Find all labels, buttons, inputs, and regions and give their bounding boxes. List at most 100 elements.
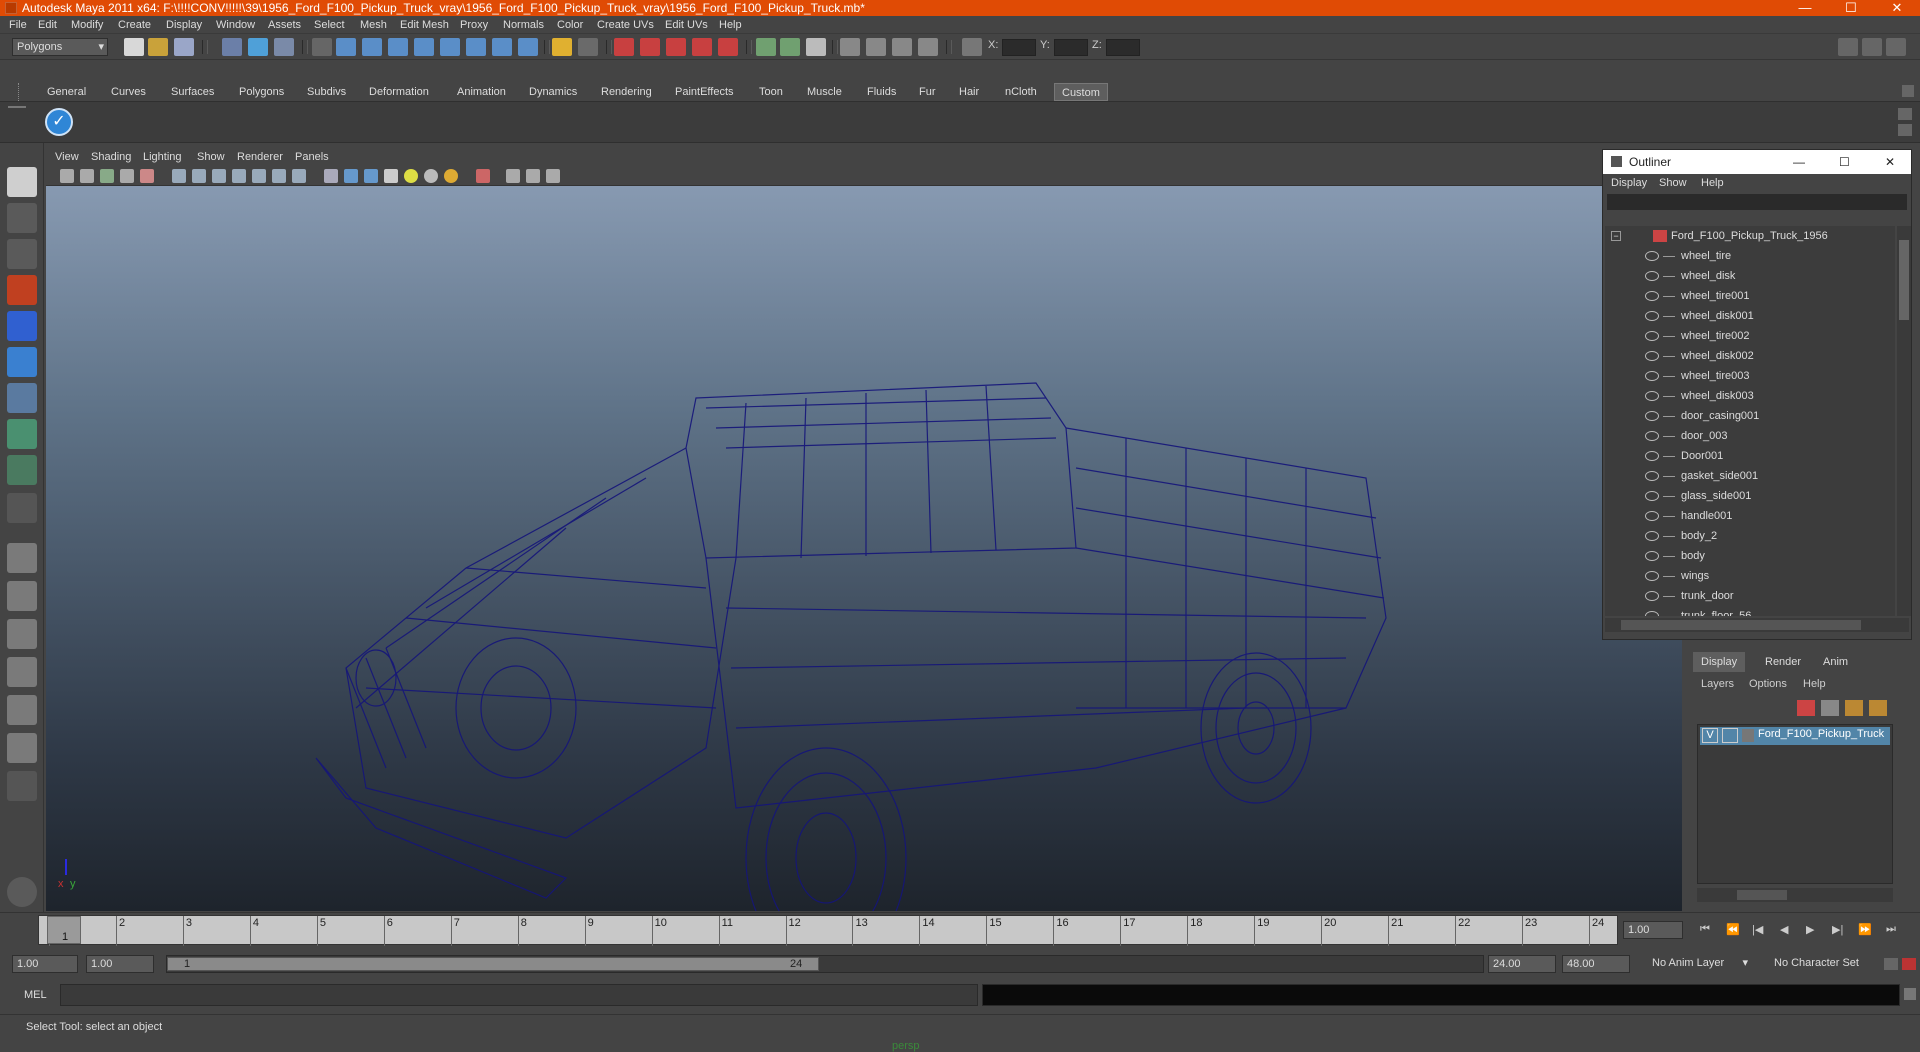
snap-view-plane-icon[interactable]: [692, 38, 712, 56]
outliner-item[interactable]: body: [1605, 546, 1895, 566]
close-button[interactable]: ✕: [1874, 0, 1920, 16]
anim-layer-dropdown[interactable]: No Anim Layer ▾: [1648, 955, 1750, 973]
select-dynamics-icon[interactable]: [466, 38, 486, 56]
help-line-icon[interactable]: [7, 877, 37, 907]
collapse-icon[interactable]: −: [1611, 231, 1621, 241]
wireframe-on-shaded-icon[interactable]: [364, 169, 378, 183]
auto-key-icon[interactable]: [1884, 958, 1898, 970]
tab-painteffects[interactable]: PaintEffects: [668, 83, 741, 101]
layer-type-toggle[interactable]: [1722, 728, 1738, 743]
tab-curves[interactable]: Curves: [104, 83, 153, 101]
high-quality-icon[interactable]: [444, 169, 458, 183]
new-scene-icon[interactable]: [124, 38, 144, 56]
current-time-field[interactable]: 1.00: [1623, 921, 1683, 939]
new-layer-icon[interactable]: [1845, 700, 1863, 716]
layer-hscrollbar[interactable]: [1697, 888, 1893, 902]
shelf-scroll-down-icon[interactable]: [1898, 124, 1912, 136]
menu-window[interactable]: Window: [211, 16, 260, 34]
menu-assets[interactable]: Assets: [263, 16, 306, 34]
outliner-item[interactable]: trunk_floor_56: [1605, 606, 1895, 616]
layer-move-down-icon[interactable]: [1821, 700, 1839, 716]
tab-fur[interactable]: Fur: [912, 83, 943, 101]
go-to-start-icon[interactable]: ⏮: [1700, 923, 1710, 936]
step-forward-key-icon[interactable]: ▶|: [1832, 923, 1843, 936]
play-forward-icon[interactable]: ▶: [1806, 923, 1814, 936]
lights-icon[interactable]: [404, 169, 418, 183]
minimize-button[interactable]: —: [1782, 0, 1828, 16]
menu-display[interactable]: Display: [161, 16, 207, 34]
film-gate-icon[interactable]: [192, 169, 206, 183]
new-layer-selected-icon[interactable]: [1869, 700, 1887, 716]
outliner-menu-show[interactable]: Show: [1653, 174, 1693, 192]
tab-toon[interactable]: Toon: [752, 83, 790, 101]
menu-help[interactable]: Help: [714, 16, 747, 34]
manipulator-tool-icon[interactable]: [7, 383, 37, 413]
outliner-item[interactable]: wheel_disk003: [1605, 386, 1895, 406]
select-render-icon[interactable]: [492, 38, 512, 56]
playback-start-field[interactable]: 1.00: [86, 955, 154, 973]
layer-menu-layers[interactable]: Layers: [1701, 678, 1734, 690]
select-deformers-icon[interactable]: [440, 38, 460, 56]
tab-muscle[interactable]: Muscle: [800, 83, 849, 101]
mask-dropdown-icon[interactable]: [312, 38, 332, 56]
go-to-end-icon[interactable]: ⏭: [1886, 923, 1896, 936]
step-back-frame-icon[interactable]: ⏪: [1726, 923, 1740, 936]
layout-outliner-icon[interactable]: [7, 619, 37, 649]
menu-create[interactable]: Create: [113, 16, 156, 34]
wireframe-icon[interactable]: [324, 169, 338, 183]
select-surfaces-icon[interactable]: [414, 38, 434, 56]
last-tool-icon[interactable]: [7, 493, 37, 523]
layer-color-swatch[interactable]: [1742, 729, 1754, 742]
range-slider-handle[interactable]: 1 24: [167, 957, 819, 971]
outliner-item[interactable]: wheel_disk: [1605, 266, 1895, 286]
menu-file[interactable]: File: [4, 16, 32, 34]
select-misc-icon[interactable]: [518, 38, 538, 56]
play-backward-icon[interactable]: ◀: [1780, 923, 1788, 936]
animation-end-field[interactable]: 48.00: [1562, 955, 1630, 973]
outliner-item[interactable]: door_003: [1605, 426, 1895, 446]
snap-grid-icon[interactable]: [614, 38, 634, 56]
xray-joints-icon[interactable]: [526, 169, 540, 183]
tab-general[interactable]: General: [40, 83, 93, 101]
render-view-icon[interactable]: [840, 38, 860, 56]
layout-more-icon[interactable]: [7, 771, 37, 801]
input-ops-icon[interactable]: [756, 38, 776, 56]
snap-point-icon[interactable]: [666, 38, 686, 56]
menu-edit-uvs[interactable]: Edit UVs: [660, 16, 713, 34]
outliner-item[interactable]: wheel_disk002: [1605, 346, 1895, 366]
outliner-item[interactable]: gasket_side001: [1605, 466, 1895, 486]
vp-menu-renderer[interactable]: Renderer: [232, 148, 288, 166]
camera-select-icon[interactable]: [60, 169, 74, 183]
gate-mask-icon[interactable]: [232, 169, 246, 183]
animation-prefs-icon[interactable]: [1902, 958, 1916, 970]
menu-mesh[interactable]: Mesh: [355, 16, 392, 34]
select-curves-icon[interactable]: [388, 38, 408, 56]
select-tool-icon[interactable]: [7, 167, 37, 197]
layer-move-up-icon[interactable]: [1797, 700, 1815, 716]
snap-curve-icon[interactable]: [640, 38, 660, 56]
outliner-item[interactable]: wheel_tire: [1605, 246, 1895, 266]
select-object-icon[interactable]: [248, 38, 268, 56]
open-scene-icon[interactable]: [148, 38, 168, 56]
tab-surfaces[interactable]: Surfaces: [164, 83, 221, 101]
outliner-item[interactable]: wheel_tire001: [1605, 286, 1895, 306]
layer-tab-anim[interactable]: Anim: [1815, 652, 1856, 672]
tab-deformation[interactable]: Deformation: [362, 83, 436, 101]
checkmark-icon[interactable]: ✓: [45, 108, 73, 136]
channel-box-icon[interactable]: [1886, 38, 1906, 56]
xray-icon[interactable]: [506, 169, 520, 183]
menu-normals[interactable]: Normals: [498, 16, 549, 34]
time-slider[interactable]: 1234567891011121314151617181920212223241…: [0, 912, 1920, 950]
layer-visibility-toggle[interactable]: V: [1702, 728, 1718, 743]
outliner-item[interactable]: body_2: [1605, 526, 1895, 546]
camera-attr-icon[interactable]: [80, 169, 94, 183]
select-handles-icon[interactable]: [336, 38, 356, 56]
select-component-icon[interactable]: [274, 38, 294, 56]
shadows-icon[interactable]: [424, 169, 438, 183]
z-field[interactable]: [1106, 39, 1140, 56]
range-slider-track[interactable]: 1 24: [166, 955, 1484, 973]
tab-custom[interactable]: Custom: [1054, 83, 1108, 101]
shelf-scroll-up-icon[interactable]: [1898, 108, 1912, 120]
x-field[interactable]: [1002, 39, 1036, 56]
y-field[interactable]: [1054, 39, 1088, 56]
